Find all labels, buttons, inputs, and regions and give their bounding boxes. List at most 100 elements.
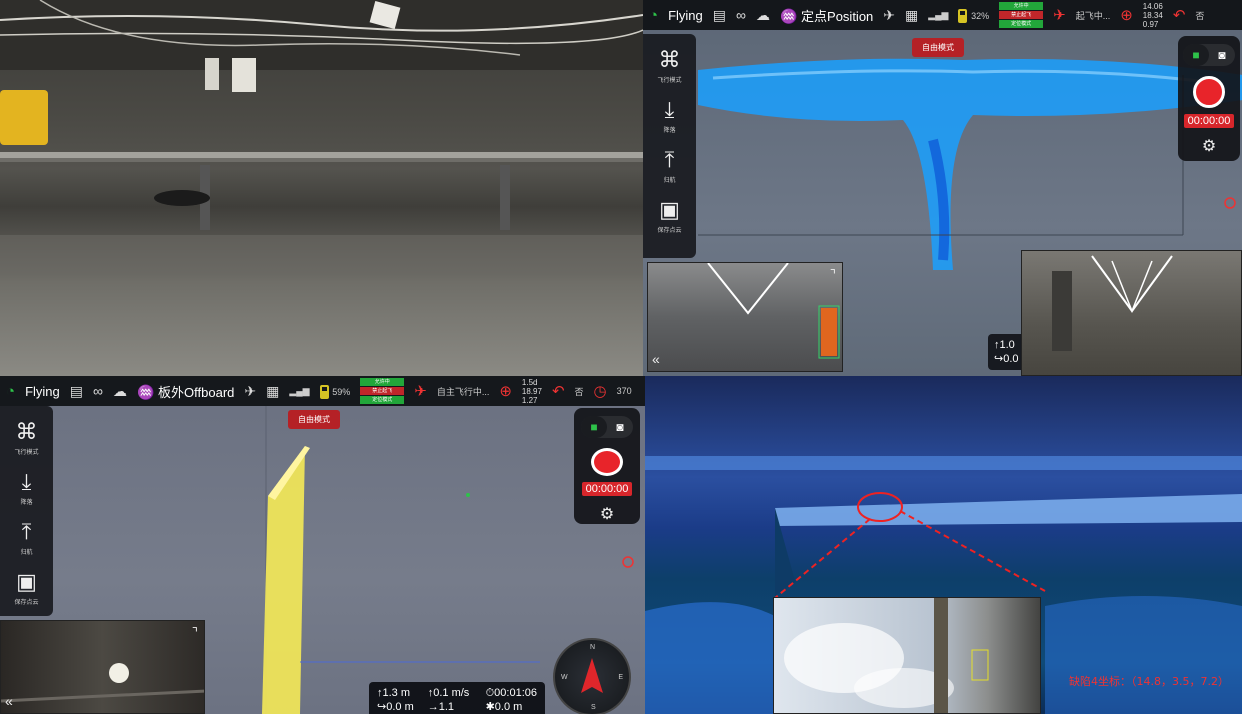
signal-icon: ▂▄▆: [928, 9, 949, 20]
pip-camera-feed[interactable]: ⌝ «: [647, 262, 843, 372]
stack-item: 允许中: [360, 378, 405, 386]
return-home-button[interactable]: ⤒ 归航: [663, 147, 675, 185]
side-tool-panel: ⌘ 飞行模式 ⤓ 降落 ⤒ 归航 ▣ 保存点云: [0, 406, 53, 616]
tunnel-camera-view: [0, 0, 643, 376]
pip-tunnel-scene: [1, 663, 204, 703]
return-label: 否: [574, 386, 584, 397]
stack-item: 定位模式: [999, 20, 1044, 28]
drone-icon: ✈: [244, 382, 257, 399]
collapse-icon[interactable]: «: [5, 693, 13, 709]
status-bar: ◔ Flying ▤ ∞ ☁ ♒ 板外Offboard ✈ ▦ ▂▄▆ 59% …: [0, 376, 645, 406]
camera-toggle: ■ ◙: [1183, 44, 1235, 66]
tunnel-scene: [0, 0, 643, 275]
battery-icon: [319, 384, 329, 399]
save-pointcloud-button[interactable]: ▣ 保存点云: [14, 569, 38, 607]
return-home-icon: ⤒: [664, 147, 675, 172]
stack-item: 定位模式: [360, 396, 405, 404]
pointcloud-gui-bottom: ◔ Flying ▤ ∞ ☁ ♒ 板外Offboard ✈ ▦ ▂▄▆ 59% …: [0, 376, 645, 714]
record-timer: 00:00:00: [581, 482, 633, 496]
telemetry: 14.06 18.34 0.97: [1142, 1, 1163, 29]
drone-icon: ✈: [883, 6, 896, 23]
message-icon[interactable]: ▤: [713, 7, 726, 24]
gear-icon[interactable]: ⚙: [600, 504, 614, 524]
pip-camera-feed[interactable]: ⌝ «: [0, 620, 205, 714]
photo-icon[interactable]: ◙: [607, 416, 633, 438]
stack-item: 禁止起飞: [360, 387, 405, 395]
record-button[interactable]: [591, 448, 623, 476]
flight-state: Flying: [668, 7, 703, 23]
mode-icon: ♒: [779, 7, 798, 24]
mode-label[interactable]: ♒ 板外Offboard: [137, 382, 234, 401]
flight-mode-button[interactable]: ⌘ 飞行模式: [657, 47, 681, 85]
save-icon: ▣: [16, 569, 37, 594]
secondary-camera-feed[interactable]: [1021, 250, 1242, 376]
stack-item: 允许中: [999, 2, 1044, 10]
photo-icon[interactable]: ◙: [1209, 44, 1235, 66]
status-stack: 允许中 禁止起飞 定位模式: [360, 378, 405, 404]
telemetry: 1.5d 18.97 1.27: [521, 377, 542, 405]
free-mode-button[interactable]: 自由模式: [912, 38, 964, 57]
land-button[interactable]: ⤓ 降落: [20, 469, 32, 507]
status-bar: ◔ Flying ▤ ∞ ☁ ♒ 定点Position ✈ ▦ ▂▄▆ 32% …: [643, 0, 1242, 30]
takeoff-label: 自主飞行中...: [436, 386, 490, 397]
pointcloud-gui-top: ◔ Flying ▤ ∞ ☁ ♒ 定点Position ✈ ▦ ▂▄▆ 32% …: [643, 0, 1242, 376]
free-mode-button[interactable]: 自由模式: [288, 410, 340, 429]
return-home-icon: ⤒: [21, 519, 32, 544]
collapse-icon[interactable]: «: [652, 351, 660, 367]
land-button[interactable]: ⤓ 降落: [663, 97, 675, 135]
mode-label[interactable]: ♒ 定点Position: [780, 6, 873, 25]
drone-status-icon: ◔: [649, 6, 659, 24]
mode-icon: ♒: [136, 383, 155, 400]
remote-icon: ▦: [905, 6, 919, 23]
return-home-button[interactable]: ⤒ 归航: [20, 519, 32, 557]
timer-icon: ◷: [593, 383, 607, 400]
video-icon[interactable]: ■: [581, 416, 607, 438]
land-icon: ⤓: [664, 97, 675, 122]
battery-indicator: 32%: [958, 7, 989, 23]
altitude-readout: ↑1.0 ↪0.0: [988, 334, 1025, 370]
link-icon[interactable]: ∞: [93, 383, 103, 399]
camera-panel: ■ ◙ 00:00:00 ⚙: [574, 408, 640, 524]
flight-state: Flying: [25, 383, 60, 399]
expand-icon[interactable]: ⌝: [830, 267, 836, 283]
sky-scene: [784, 598, 989, 713]
cloud-icon[interactable]: ☁: [113, 383, 127, 400]
camera-toggle: ■ ◙: [581, 416, 633, 438]
takeoff-label: 起飞中...: [1075, 10, 1111, 21]
expand-icon[interactable]: ⌝: [192, 625, 198, 641]
compass: N E S W: [553, 638, 631, 714]
defect-photo[interactable]: [773, 597, 1041, 714]
target-icon: ⊕: [499, 383, 512, 400]
remote-icon: ▦: [266, 382, 280, 399]
battery-icon: [958, 8, 968, 23]
pip-tunnel-scene: [707, 263, 840, 359]
drone-status-icon: ◔: [6, 382, 16, 400]
record-button[interactable]: [1193, 76, 1225, 108]
stack-item: 禁止起飞: [999, 11, 1044, 19]
video-icon[interactable]: ■: [1183, 44, 1209, 66]
takeoff-icon: ✈: [414, 383, 427, 400]
link-icon[interactable]: ∞: [736, 7, 746, 23]
takeoff-icon: ✈: [1053, 7, 1066, 24]
defect-pointcloud-view: 缺陷4坐标：（14.8，3.5，7.2）: [645, 376, 1242, 714]
camera-panel: ■ ◙ 00:00:00 ⚙: [1178, 36, 1240, 161]
drone-mode-icon: ⌘: [15, 419, 38, 444]
save-pointcloud-button[interactable]: ▣ 保存点云: [657, 197, 681, 235]
flight-mode-button[interactable]: ⌘ 飞行模式: [14, 419, 38, 457]
extra-value: 370: [616, 386, 632, 396]
heading-arrow-icon: [581, 658, 603, 693]
signal-icon: ▂▄▆: [289, 385, 310, 396]
drone-mode-icon: ⌘: [658, 47, 681, 72]
battery-indicator: 59%: [319, 383, 350, 399]
flight-info-bar: ↑1.3 m ↑0.1 m/s ⏱00:01:06 ↪0.0 m →1.1 m/…: [369, 682, 545, 714]
secondary-tunnel-scene: [1052, 255, 1173, 351]
save-icon: ▣: [659, 197, 680, 222]
side-tool-panel: ⌘ 飞行模式 ⤓ 降落 ⤒ 归航 ▣ 保存点云: [643, 34, 696, 258]
target-icon: ⊕: [1120, 7, 1133, 24]
return-icon: ↶: [1172, 7, 1186, 24]
cloud-icon[interactable]: ☁: [756, 7, 770, 24]
message-icon[interactable]: ▤: [70, 383, 83, 400]
land-icon: ⤓: [21, 469, 32, 494]
gear-icon[interactable]: ⚙: [1202, 136, 1216, 156]
defect-coordinate-label: 缺陷4坐标：（14.8，3.5，7.2）: [1069, 675, 1229, 688]
